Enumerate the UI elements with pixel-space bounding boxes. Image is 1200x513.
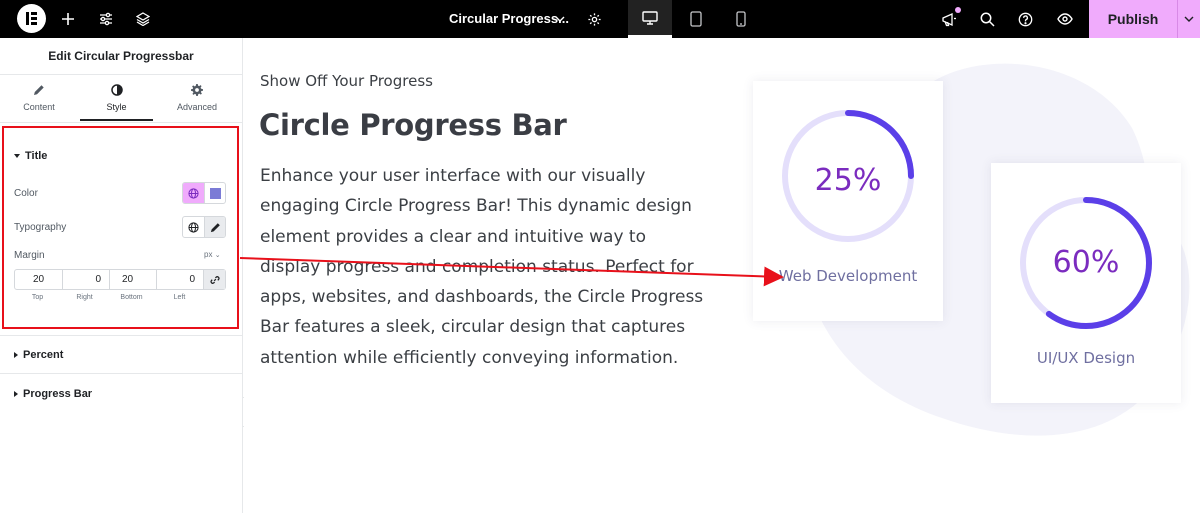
elementor-logo-icon[interactable]	[17, 4, 46, 33]
search-button[interactable]	[976, 0, 998, 38]
half-circle-icon	[80, 84, 153, 102]
gear-icon	[587, 12, 601, 26]
body-text: Enhance your user interface with our vis…	[260, 166, 704, 368]
tablet-icon	[690, 11, 702, 27]
section-progress-bar-label: Progress Bar	[23, 388, 93, 400]
help-button[interactable]	[1014, 0, 1036, 38]
search-icon	[980, 12, 995, 27]
site-settings-button[interactable]	[95, 0, 117, 38]
gear-icon	[158, 84, 236, 102]
section-progress-bar-header[interactable]: Progress Bar	[14, 388, 92, 400]
layers-icon	[136, 12, 150, 26]
desktop-icon	[642, 10, 658, 25]
annotation-highlight-box	[2, 126, 239, 329]
page-settings-button[interactable]	[583, 0, 605, 38]
preview-canvas: Show Off Your Progress Circle Progress B…	[244, 38, 1200, 513]
caret-right-icon	[14, 352, 18, 358]
progress-percent: 60%	[1052, 245, 1120, 280]
progress-title: Web Development	[778, 267, 918, 285]
document-menu-button[interactable]	[552, 0, 568, 38]
tab-style-label: Style	[106, 102, 127, 112]
caret-right-icon	[14, 391, 18, 397]
desktop-view-button[interactable]	[628, 0, 672, 38]
tablet-view-button[interactable]	[674, 0, 718, 38]
help-icon	[1018, 12, 1032, 26]
top-bar: Circular Progress... Publish	[0, 0, 1200, 38]
megaphone-icon	[942, 12, 956, 26]
preview-button[interactable]	[1054, 0, 1076, 38]
publish-options-button[interactable]	[1177, 0, 1200, 38]
tab-content-label: Content	[23, 102, 55, 112]
structure-button[interactable]	[132, 0, 154, 38]
whats-new-button[interactable]	[938, 0, 960, 38]
tab-style[interactable]: Style	[80, 75, 153, 121]
divider	[0, 335, 243, 336]
tab-advanced[interactable]: Advanced	[158, 75, 236, 121]
publish-button[interactable]: Publish	[1089, 0, 1177, 38]
progress-card[interactable]: 25% Web Development	[753, 81, 943, 321]
notification-dot	[955, 7, 961, 13]
tab-content[interactable]: Content	[0, 75, 78, 121]
progress-card[interactable]: 60% UI/UX Design	[991, 163, 1181, 403]
divider	[0, 373, 243, 374]
plus-icon	[62, 13, 74, 25]
tab-advanced-label: Advanced	[176, 102, 218, 112]
mobile-icon	[736, 11, 746, 27]
progress-title: UI/UX Design	[1036, 349, 1136, 367]
section-kicker: Show Off Your Progress	[260, 72, 433, 90]
panel-tabs: Content Style Advanced	[0, 75, 242, 123]
panel-title: Edit Circular Progressbar	[0, 38, 242, 75]
section-percent-label: Percent	[23, 349, 64, 361]
sliders-icon	[100, 12, 112, 26]
eye-icon	[1057, 13, 1073, 25]
pencil-icon	[0, 84, 78, 102]
chevron-down-icon	[555, 16, 565, 22]
section-percent-header[interactable]: Percent	[14, 349, 63, 361]
document-title[interactable]: Circular Progress...	[449, 0, 569, 38]
progress-percent: 25%	[814, 163, 882, 198]
mobile-view-button[interactable]	[719, 0, 763, 38]
chevron-down-icon	[1184, 16, 1194, 22]
editor-panel: Edit Circular Progressbar Content Style …	[0, 38, 243, 513]
add-element-button[interactable]	[57, 0, 79, 38]
page-heading: Circle Progress Bar	[259, 108, 567, 142]
